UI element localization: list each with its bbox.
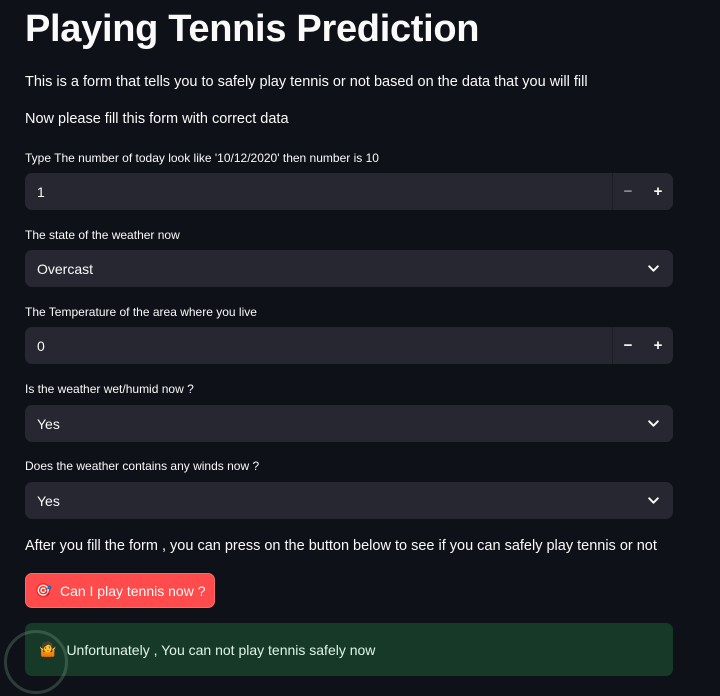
- page-title: Playing Tennis Prediction: [25, 8, 480, 50]
- day-value[interactable]: 1: [25, 184, 612, 200]
- wind-selected-value: Yes: [37, 492, 60, 509]
- day-label: Type The number of today look like '10/1…: [25, 151, 379, 165]
- temperature-value[interactable]: 0: [25, 338, 612, 354]
- humid-selected-value: Yes: [37, 415, 60, 432]
- chevron-down-icon[interactable]: [633, 417, 673, 430]
- chevron-down-icon[interactable]: [633, 494, 673, 507]
- predict-button[interactable]: 🎯 Can I play tennis now ?: [25, 573, 215, 608]
- temperature-input[interactable]: 0 − +: [25, 327, 673, 364]
- temperature-label: The Temperature of the area where you li…: [25, 305, 257, 319]
- instruction-text: Now please fill this form with correct d…: [25, 111, 289, 127]
- watermark-logo: [4, 630, 68, 694]
- weather-label: The state of the weather now: [25, 228, 180, 242]
- weather-selected-value: Overcast: [37, 260, 94, 277]
- day-increment-button[interactable]: +: [643, 173, 673, 210]
- result-text: Unfortunately , You can not play tennis …: [66, 641, 376, 658]
- temperature-stepper: − +: [612, 327, 673, 364]
- temperature-increment-button[interactable]: +: [643, 327, 673, 364]
- intro-text: This is a form that tells you to safely …: [25, 74, 588, 90]
- temperature-decrement-button[interactable]: −: [612, 327, 643, 364]
- humid-label: Is the weather wet/humid now ?: [25, 382, 194, 396]
- weather-select[interactable]: Overcast: [25, 250, 673, 287]
- wind-label: Does the weather contains any winds now …: [25, 459, 260, 473]
- result-alert: 🤷 Unfortunately , You can not play tenni…: [25, 623, 673, 676]
- humid-select[interactable]: Yes: [25, 405, 673, 442]
- chevron-down-icon[interactable]: [633, 262, 673, 275]
- target-icon: 🎯: [34, 582, 52, 598]
- predict-button-label: Can I play tennis now ?: [59, 582, 206, 599]
- day-decrement-button[interactable]: −: [612, 173, 643, 210]
- after-form-text: After you fill the form , you can press …: [25, 538, 657, 554]
- wind-select[interactable]: Yes: [25, 482, 673, 519]
- day-number-input[interactable]: 1 − +: [25, 173, 673, 210]
- day-stepper: − +: [612, 173, 673, 210]
